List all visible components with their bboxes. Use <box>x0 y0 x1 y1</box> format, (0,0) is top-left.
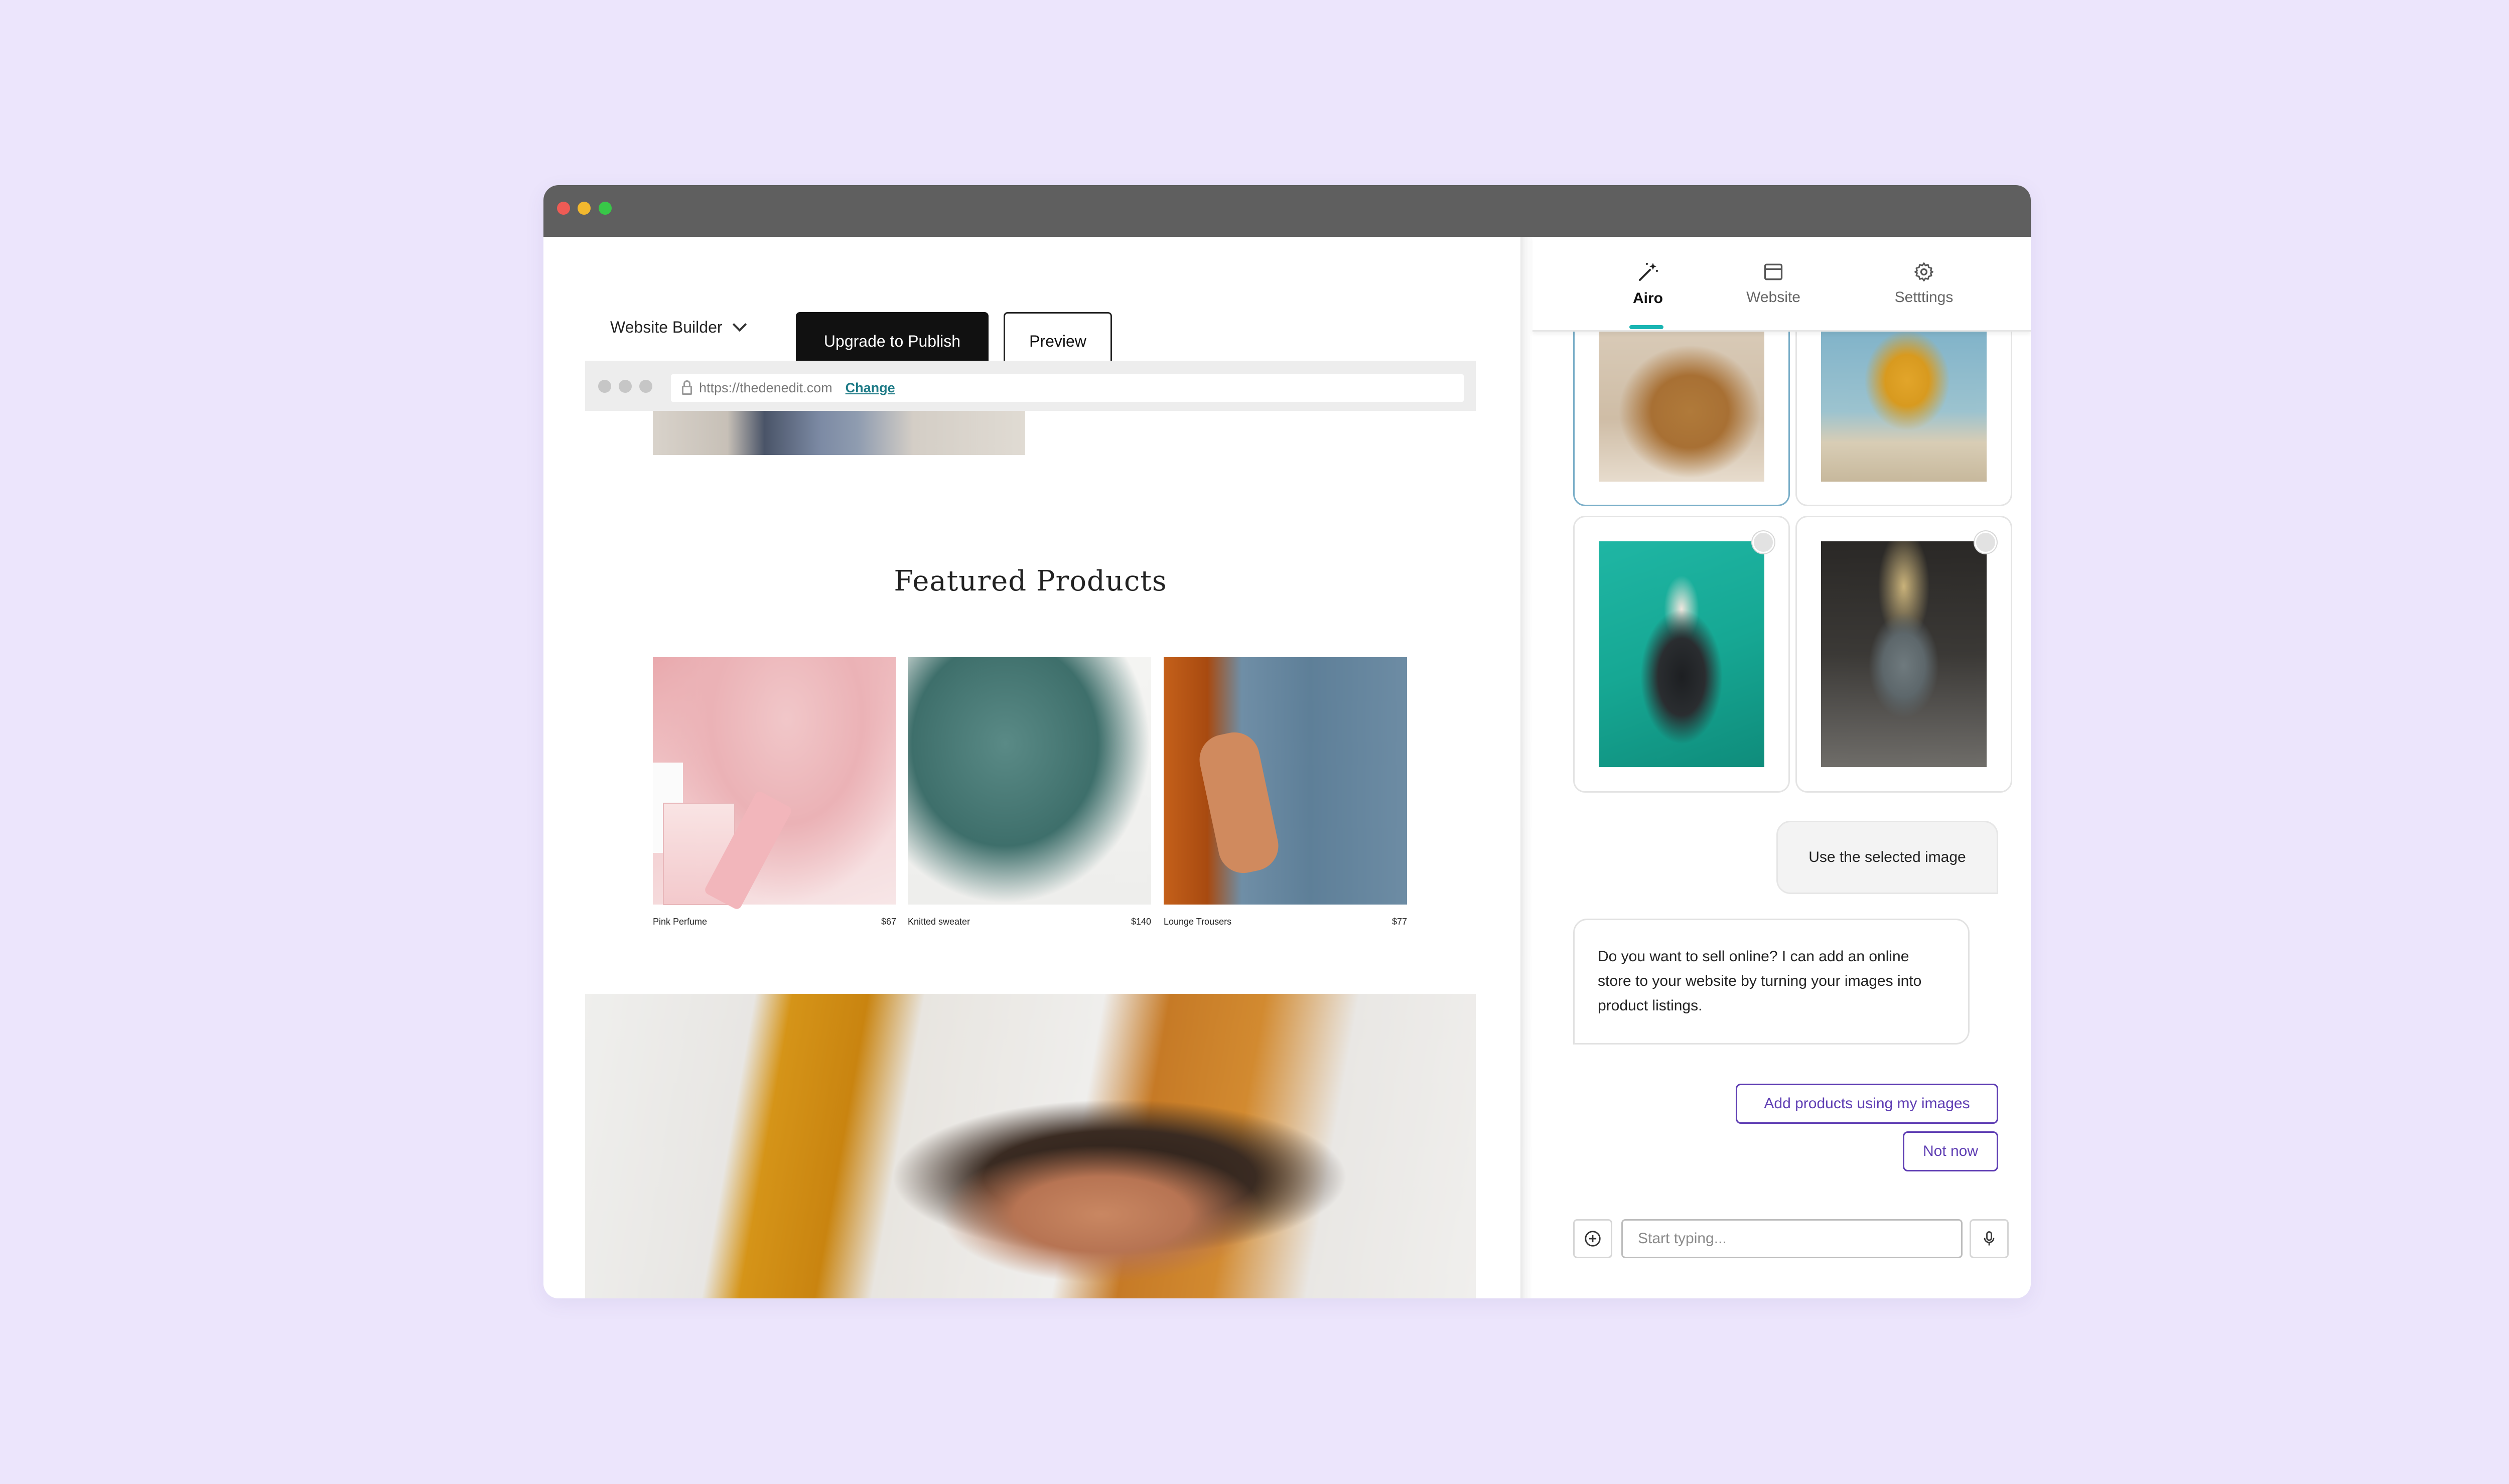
product-info: Knitted sweater $140 <box>908 917 1151 927</box>
window-close-button[interactable] <box>557 202 570 215</box>
image-option-photo <box>1821 326 1987 482</box>
product-card[interactable]: Knitted sweater $140 <box>908 657 1151 927</box>
not-now-button[interactable]: Not now <box>1903 1131 1998 1171</box>
image-option-card[interactable] <box>1573 516 1790 793</box>
image-option-card[interactable] <box>1573 326 1790 506</box>
pane-divider[interactable] <box>1520 237 1532 1298</box>
assistant-message-bubble: Do you want to sell online? I can add an… <box>1573 919 1970 1045</box>
product-price: $77 <box>1391 917 1407 927</box>
product-image[interactable] <box>653 657 896 911</box>
tab-airo[interactable]: Airo <box>1623 237 1673 330</box>
product-card[interactable]: Pink Perfume $67 <box>653 657 896 927</box>
image-select-radio[interactable] <box>1752 531 1774 553</box>
product-name: Lounge Trousers <box>1164 917 1232 927</box>
gallery-image[interactable] <box>653 411 1025 455</box>
product-image[interactable] <box>908 657 1151 905</box>
magic-wand-icon <box>1639 263 1658 281</box>
plus-circle-icon <box>1585 1231 1601 1247</box>
app-window: Website Builder Upgrade to Publish Previ… <box>543 185 2031 1298</box>
image-option-card[interactable] <box>1795 326 2012 506</box>
browser-window-icon <box>1764 263 1783 280</box>
featured-products-heading[interactable]: Featured Products <box>585 565 1476 598</box>
tab-label: Airo <box>1633 290 1663 307</box>
microphone-icon <box>1984 1231 1995 1246</box>
window-minimize-button[interactable] <box>578 202 591 215</box>
preview-dot <box>639 380 652 393</box>
product-price: $140 <box>1131 917 1151 927</box>
image-option-card[interactable] <box>1795 516 2012 793</box>
image-select-radio[interactable] <box>1975 531 1997 553</box>
product-name: Pink Perfume <box>653 917 708 927</box>
tab-settings[interactable]: Setttings <box>1884 237 1964 330</box>
product-image[interactable] <box>1164 657 1407 905</box>
chat-message-input[interactable] <box>1621 1219 1963 1258</box>
lock-icon <box>682 380 692 395</box>
image-option-photo <box>1821 541 1987 767</box>
url-bar: https://thedenedit.com Change <box>671 374 1464 402</box>
product-info: Lounge Trousers $77 <box>1164 917 1407 927</box>
preview-dot <box>598 380 611 393</box>
tab-website[interactable]: Website <box>1738 237 1808 330</box>
hero-image[interactable] <box>585 994 1476 1298</box>
site-content[interactable]: Featured Products Pink Perfume $67 Knitt… <box>585 411 1476 1298</box>
window-maximize-button[interactable] <box>599 202 612 215</box>
site-preview-frame: https://thedenedit.com Change Featured P… <box>585 361 1476 1298</box>
tab-label: Website <box>1746 289 1800 306</box>
user-message-bubble: Use the selected image <box>1776 821 1998 894</box>
image-option-photo <box>1599 326 1764 482</box>
window-titlebar <box>543 185 2031 237</box>
product-price: $67 <box>881 917 896 927</box>
panel-tabs: Airo Website Setttings <box>1532 237 2031 332</box>
product-info: Pink Perfume $67 <box>653 917 896 927</box>
hand-shape <box>1195 727 1283 878</box>
gear-icon <box>1914 262 1933 281</box>
tab-label: Setttings <box>1894 289 1954 306</box>
editor-pane: Website Builder Upgrade to Publish Previ… <box>543 237 1520 1298</box>
site-url: https://thedenedit.com <box>699 380 832 395</box>
chevron-down-icon <box>732 317 747 332</box>
active-tab-indicator <box>1629 325 1663 329</box>
preview-browser-bar: https://thedenedit.com Change <box>585 361 1476 411</box>
website-builder-dropdown[interactable]: Website Builder <box>610 315 747 340</box>
microphone-button[interactable] <box>1970 1219 2009 1258</box>
attach-button[interactable] <box>1573 1219 1612 1258</box>
add-products-button[interactable]: Add products using my images <box>1736 1084 1998 1124</box>
website-builder-label: Website Builder <box>610 318 723 336</box>
product-card[interactable]: Lounge Trousers $77 <box>1164 657 1407 927</box>
chat-input-row <box>1573 1219 2009 1259</box>
change-domain-link[interactable]: Change <box>846 380 895 396</box>
product-name: Knitted sweater <box>908 917 970 927</box>
image-option-photo <box>1599 541 1764 767</box>
assistant-panel: Airo Website Setttings Use the selected … <box>1532 237 2031 1298</box>
preview-dot <box>619 380 632 393</box>
